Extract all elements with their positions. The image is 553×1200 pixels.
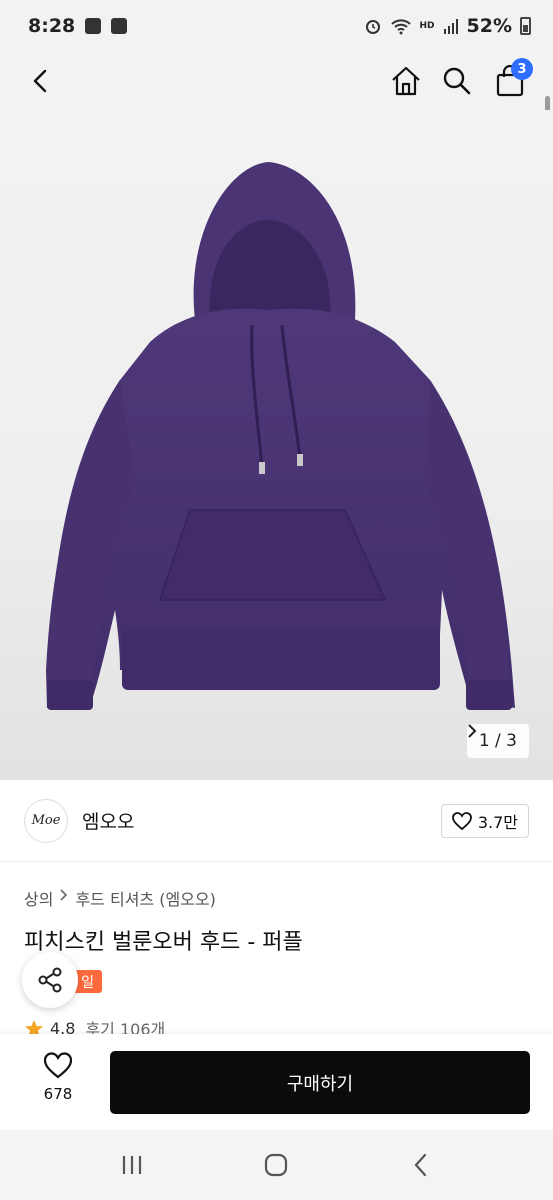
heart-icon <box>43 1052 73 1079</box>
status-bar: 8:28 HD 52% <box>0 0 553 52</box>
recent-apps-button[interactable] <box>102 1140 162 1190</box>
check-notification-icon <box>111 18 128 34</box>
cart-button[interactable]: 3 <box>489 58 533 102</box>
chevron-right-icon <box>60 889 68 901</box>
wishlist-button[interactable]: 678 <box>24 1052 92 1103</box>
back-button[interactable] <box>20 60 62 102</box>
home-icon <box>392 66 420 96</box>
brand-like-count: 3.7만 <box>477 812 518 832</box>
buy-button[interactable]: 구매하기 <box>110 1051 530 1114</box>
battery-percent: 52% <box>466 15 512 37</box>
image-counter[interactable]: 1 / 3 <box>466 724 529 758</box>
breadcrumb-subcategory[interactable]: 후드 티셔츠 (엠오오) <box>75 886 215 910</box>
product-title: 피치스킨 벌룬오버 후드 - 퍼플 <box>24 930 303 955</box>
product-image <box>46 162 515 710</box>
network-label: HD <box>419 20 435 31</box>
cart-count-badge: 3 <box>511 58 533 80</box>
sale-badge-text: 일 <box>81 974 94 991</box>
app-header: 3 <box>0 52 553 168</box>
system-nav-bar <box>0 1130 553 1200</box>
brand-row[interactable]: Moe 엠오오 3.7만 <box>0 780 553 862</box>
recent-apps-icon <box>123 1156 142 1174</box>
search-icon <box>443 67 471 95</box>
battery-icon <box>520 17 531 35</box>
chevron-right-icon <box>468 724 477 738</box>
brand-logo[interactable]: Moe <box>24 798 68 843</box>
back-nav-button[interactable] <box>391 1140 451 1190</box>
wishlist-count: 678 <box>43 1085 73 1103</box>
gallery-notification-icon <box>85 18 102 34</box>
breadcrumb-category[interactable]: 상의 <box>24 886 53 910</box>
share-icon <box>38 967 62 993</box>
product-image-gallery[interactable]: 1 / 3 <box>0 110 553 780</box>
breadcrumb: 상의 후드 티셔츠 (엠오오) <box>24 886 216 910</box>
bottom-action-bar: 678 구매하기 <box>0 1034 553 1130</box>
signal-icon <box>443 19 458 34</box>
status-time: 8:28 <box>28 15 76 37</box>
back-nav-icon <box>414 1153 426 1177</box>
share-button[interactable] <box>22 952 78 1008</box>
brand-like-button[interactable]: 3.7만 <box>440 803 529 838</box>
heart-icon <box>451 811 472 830</box>
chevron-left-icon <box>33 69 47 93</box>
wifi-icon <box>390 19 411 35</box>
alarm-icon <box>365 20 380 34</box>
home-nav-button[interactable] <box>246 1140 306 1190</box>
home-button[interactable] <box>385 60 427 102</box>
brand-name[interactable]: 엠오오 <box>82 807 134 834</box>
image-counter-text: 1 / 3 <box>478 731 517 751</box>
home-nav-icon <box>265 1153 288 1177</box>
search-button[interactable] <box>436 60 478 102</box>
